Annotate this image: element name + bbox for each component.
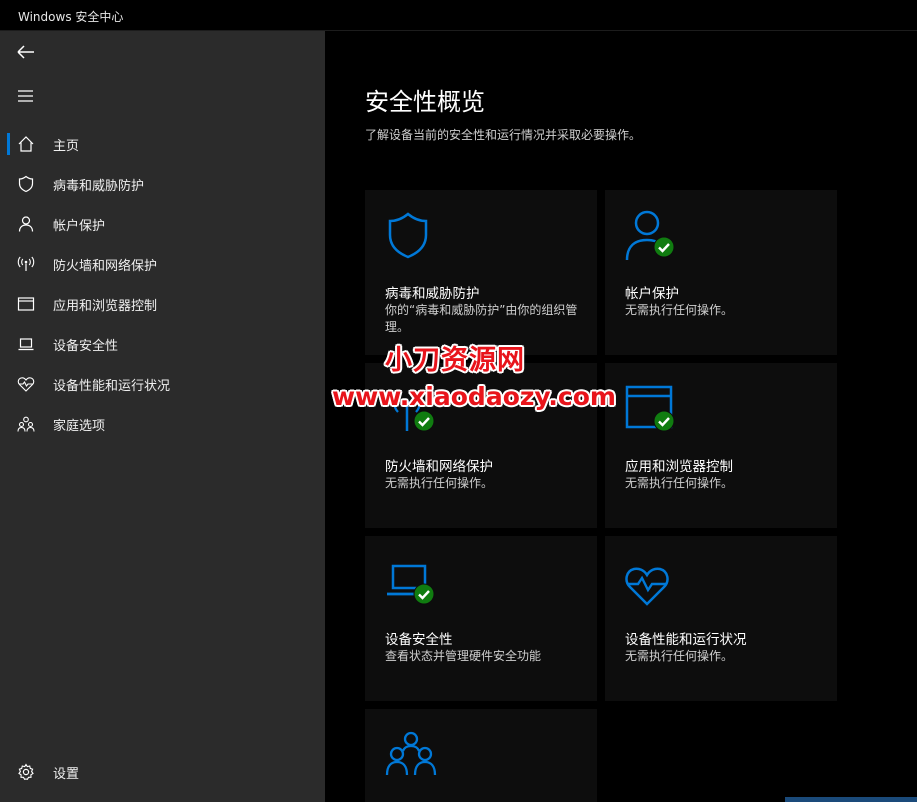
sidebar: 主页 病毒和威胁防护 帐户保护 防火墙和网络保护 应用和浏览器控制 设备安全性 … xyxy=(0,31,325,802)
shield-icon xyxy=(388,212,428,259)
card-description: 无需执行任何操作。 xyxy=(625,303,734,317)
heart-pulse-icon xyxy=(17,377,35,392)
hamburger-menu-icon xyxy=(18,90,33,102)
sidebar-item-label: 设置 xyxy=(53,767,80,782)
card-description: 无需执行任何操作。 xyxy=(625,649,734,663)
sidebar-item-label: 帐户保护 xyxy=(53,219,106,234)
back-button[interactable] xyxy=(10,39,40,65)
sidebar-item-firewall[interactable]: 防火墙和网络保护 xyxy=(0,244,325,284)
card-title: 设备安全性 xyxy=(385,632,453,648)
sidebar-item-device-health[interactable]: 设备性能和运行状况 xyxy=(0,364,325,404)
sidebar-item-account-protection[interactable]: 帐户保护 xyxy=(0,204,325,244)
sidebar-item-app-browser[interactable]: 应用和浏览器控制 xyxy=(0,284,325,324)
sidebar-item-device-security[interactable]: 设备安全性 xyxy=(0,324,325,364)
title-bar: Windows 安全中心 xyxy=(0,0,917,31)
check-badge-icon xyxy=(413,410,435,432)
card-virus-protection[interactable]: 病毒和威胁防护 你的“病毒和威胁防护”由你的组织管理。 xyxy=(365,190,597,355)
check-badge-icon xyxy=(653,410,675,432)
card-title: 病毒和威胁防护 xyxy=(385,286,480,302)
main-content: 安全性概览 了解设备当前的安全性和运行情况并采取必要操作。 病毒和威胁防护 你的… xyxy=(325,31,917,802)
sidebar-item-label: 家庭选项 xyxy=(53,419,106,434)
back-arrow-icon xyxy=(17,45,34,59)
antenna-icon xyxy=(17,256,35,271)
card-description: 无需执行任何操作。 xyxy=(625,476,734,490)
check-badge-icon xyxy=(413,583,435,605)
watermark-url: www.xiaodaozy.com xyxy=(332,382,616,411)
card-title: 设备性能和运行状况 xyxy=(625,632,747,648)
card-description: 你的“病毒和威胁防护”由你的组织管理。 xyxy=(385,303,578,334)
home-icon xyxy=(18,136,34,152)
taskbar-edge xyxy=(785,797,917,802)
sidebar-item-family[interactable]: 家庭选项 xyxy=(0,404,325,444)
page-subtitle: 了解设备当前的安全性和运行情况并采取必要操作。 xyxy=(365,128,642,142)
family-icon xyxy=(385,731,437,776)
card-description: 无需执行任何操作。 xyxy=(385,476,494,490)
person-icon xyxy=(18,216,34,232)
card-device-health[interactable]: 设备性能和运行状况 无需执行任何操作。 xyxy=(605,536,837,701)
sidebar-item-label: 设备安全性 xyxy=(53,339,119,354)
gear-icon xyxy=(18,763,34,781)
sidebar-item-label: 主页 xyxy=(53,139,80,154)
card-family-options[interactable] xyxy=(365,709,597,802)
sidebar-item-label: 病毒和威胁防护 xyxy=(53,179,145,194)
heart-pulse-icon xyxy=(625,567,669,606)
card-title: 防火墙和网络保护 xyxy=(385,459,493,475)
sidebar-item-home[interactable]: 主页 xyxy=(0,124,325,164)
card-description: 查看状态并管理硬件安全功能 xyxy=(385,649,542,663)
page-title: 安全性概览 xyxy=(365,88,485,116)
sidebar-item-label: 防火墙和网络保护 xyxy=(53,259,158,274)
card-title: 应用和浏览器控制 xyxy=(625,459,733,475)
shield-icon xyxy=(18,175,34,193)
card-title: 帐户保护 xyxy=(625,286,679,302)
check-badge-icon xyxy=(653,236,675,258)
watermark-title: 小刀资源网 xyxy=(385,345,525,376)
card-device-security[interactable]: 设备安全性 查看状态并管理硬件安全功能 xyxy=(365,536,597,701)
card-app-browser[interactable]: 应用和浏览器控制 无需执行任何操作。 xyxy=(605,363,837,528)
sidebar-item-label: 应用和浏览器控制 xyxy=(53,299,158,314)
window-title: Windows 安全中心 xyxy=(18,10,124,24)
laptop-icon xyxy=(18,338,34,351)
sidebar-item-virus-protection[interactable]: 病毒和威胁防护 xyxy=(0,164,325,204)
card-account-protection[interactable]: 帐户保护 无需执行任何操作。 xyxy=(605,190,837,355)
sidebar-item-settings[interactable]: 设置 xyxy=(0,752,325,792)
browser-window-icon xyxy=(17,297,35,311)
family-icon xyxy=(17,416,35,432)
sidebar-item-label: 设备性能和运行状况 xyxy=(53,379,171,394)
hamburger-menu-button[interactable] xyxy=(10,83,40,109)
